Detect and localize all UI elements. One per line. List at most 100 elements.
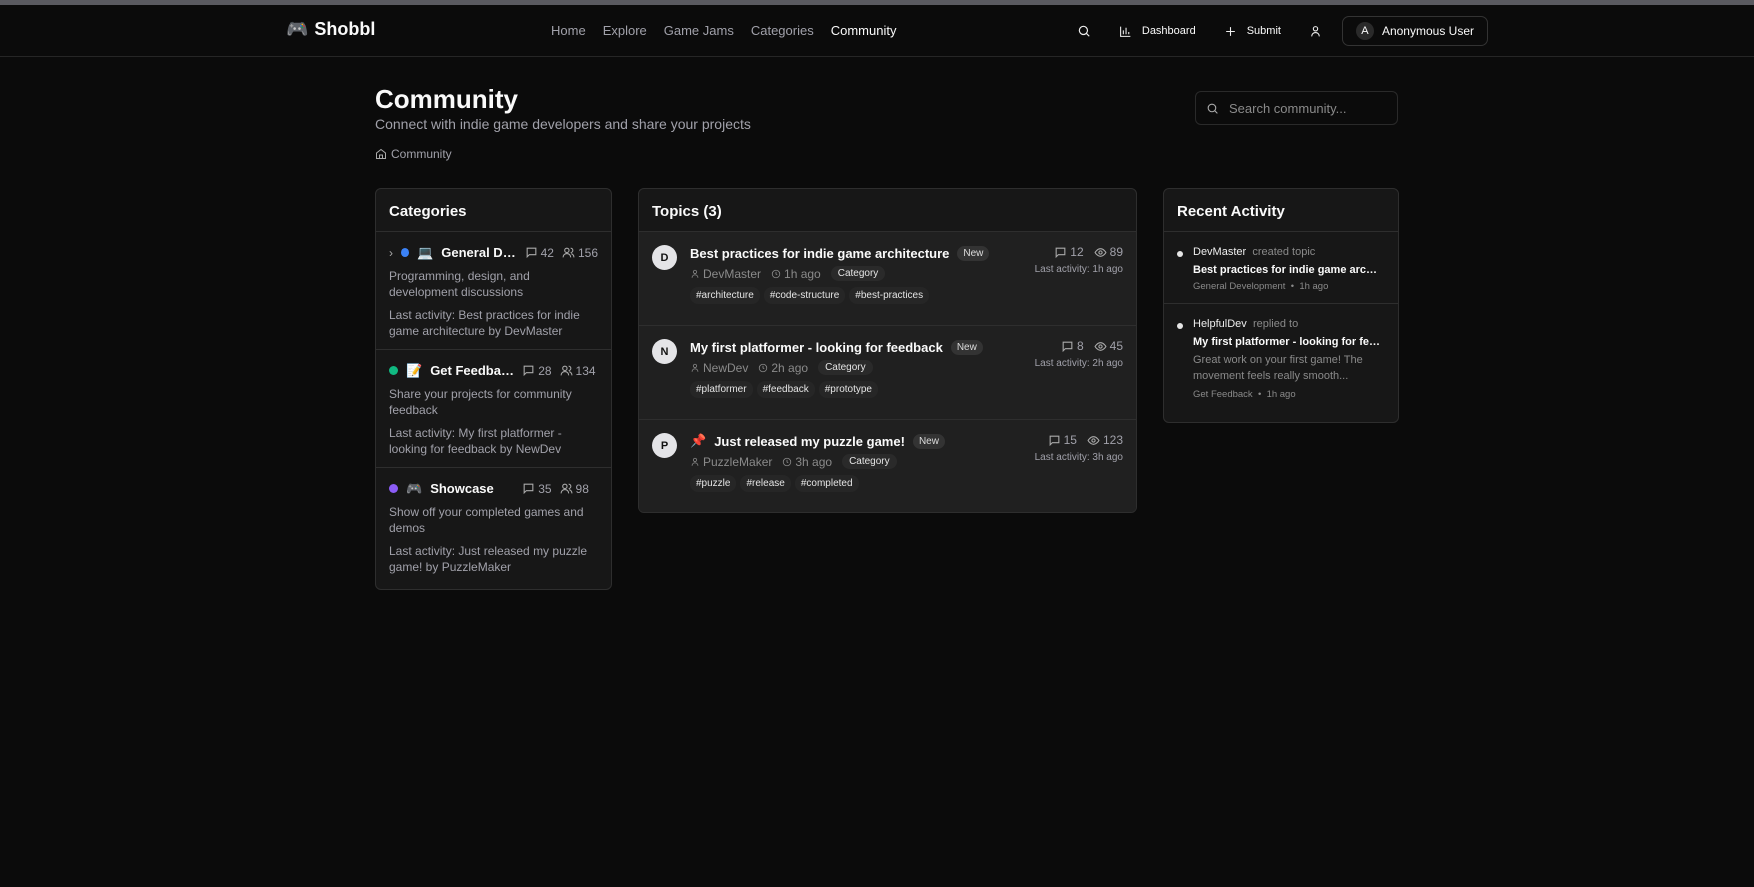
chevron-right-icon[interactable]: ›: [389, 246, 393, 260]
nav-categories[interactable]: Categories: [751, 23, 814, 38]
category-color-dot: [389, 484, 398, 493]
category-color-dot: [389, 366, 398, 375]
topics-heading: Topics (3): [639, 189, 1136, 232]
category-item[interactable]: › 💻 General Development 42 156 Programming, d…: [376, 232, 611, 350]
topic-author[interactable]: NewDev: [703, 361, 748, 375]
category-last-activity: Last activity: Best practices for indie …: [389, 308, 580, 338]
bar-chart-icon: [1119, 26, 1131, 37]
activity-topic[interactable]: Best practices for indie game architectu…: [1193, 264, 1383, 276]
user-icon: [1311, 25, 1320, 36]
activity-user[interactable]: DevMaster: [1193, 246, 1246, 258]
recent-activity-heading: Recent Activity: [1164, 189, 1398, 232]
message-icon: [1049, 435, 1059, 446]
eye-icon: [1087, 435, 1100, 445]
category-description: Show off your completed games and demos: [389, 505, 584, 535]
view-count: 123: [1087, 433, 1123, 447]
activity-user[interactable]: HelpfulDev: [1193, 318, 1247, 330]
clock-icon: [771, 269, 781, 278]
users-icon: [560, 483, 573, 494]
logo[interactable]: 🎮 Shobbl: [286, 19, 375, 40]
topic-last-activity: Last activity: 2h ago: [1034, 358, 1123, 369]
topic-last-activity: Last activity: 3h ago: [1034, 452, 1123, 463]
new-badge: New: [950, 339, 983, 355]
topic-title[interactable]: My first platformer - looking for feedba…: [690, 340, 943, 355]
tag[interactable]: #prototype: [818, 381, 878, 398]
tag[interactable]: #architecture: [690, 287, 760, 304]
activity-item[interactable]: DevMaster created topic Best practices fo…: [1164, 232, 1398, 304]
category-description: Programming, design, and development dis…: [389, 269, 530, 299]
new-badge: New: [912, 433, 945, 449]
gamepad-icon: 🎮: [286, 19, 309, 39]
category-item[interactable]: 🎮 Showcase 35 98 Show off your completed gam…: [376, 468, 611, 585]
category-badge[interactable]: Category: [818, 360, 873, 375]
search-button[interactable]: [1063, 16, 1105, 46]
category-emoji: 💻: [417, 244, 434, 260]
submit-button[interactable]: Submit: [1210, 16, 1295, 46]
reply-count: 8: [1061, 339, 1084, 353]
nav-home[interactable]: Home: [551, 23, 586, 38]
category-badge[interactable]: Category: [842, 454, 897, 469]
tag[interactable]: #code-structure: [763, 287, 846, 304]
activity-action: created topic: [1252, 246, 1316, 258]
tag[interactable]: #platformer: [690, 381, 753, 398]
profile-button[interactable]: [1295, 16, 1336, 46]
topic-title[interactable]: Just released my puzzle game!: [714, 434, 905, 449]
tag[interactable]: #puzzle: [690, 475, 737, 492]
tag[interactable]: #feedback: [756, 381, 815, 398]
activity-time: 1h ago: [1266, 389, 1296, 400]
pin-icon: 📌: [690, 433, 707, 448]
category-description: Share your projects for community feedba…: [389, 387, 572, 417]
category-badge[interactable]: Category: [830, 266, 886, 281]
clock-icon: [759, 363, 768, 372]
topic-row[interactable]: N My first platformer - looking for feedb…: [639, 326, 1136, 420]
nav-explore[interactable]: Explore: [603, 23, 647, 38]
category-last-activity: Last activity: My first platformer - loo…: [389, 426, 562, 456]
search-input[interactable]: [1229, 100, 1379, 116]
author-avatar: D: [652, 245, 677, 270]
topic-row[interactable]: D Best practices for indie game architect…: [639, 232, 1136, 326]
topic-author[interactable]: PuzzleMaker: [703, 455, 772, 469]
new-badge: New: [957, 245, 990, 261]
tag[interactable]: #release: [740, 475, 791, 492]
topic-time: 1h ago: [784, 266, 821, 281]
tag[interactable]: #best-practices: [849, 287, 930, 304]
topic-row[interactable]: P 📌 Just released my puzzle game! New Puzzle…: [639, 420, 1136, 512]
topic-title[interactable]: Best practices for indie game architectu…: [690, 246, 949, 261]
dashboard-button[interactable]: Dashboard: [1105, 16, 1210, 46]
topic-count: 35: [522, 482, 552, 496]
nav-community[interactable]: Community: [831, 23, 897, 38]
site-header: 🎮 Shobbl Home Explore Game Jams Categorie…: [0, 5, 1754, 57]
message-icon: [523, 483, 534, 495]
search-icon: [1207, 103, 1218, 114]
topic-time: 3h ago: [795, 454, 833, 469]
user-icon: [691, 457, 699, 466]
user-name: Anonymous User: [1381, 24, 1474, 38]
breadcrumb: Community: [375, 147, 452, 161]
user-menu-button[interactable]: A Anonymous User: [1341, 16, 1488, 46]
message-icon: [1062, 341, 1073, 352]
category-name: Showcase: [430, 481, 494, 496]
dashboard-label: Dashboard: [1141, 25, 1196, 37]
activity-topic[interactable]: My first platformer - looking for feedba…: [1193, 336, 1383, 348]
user-icon: [691, 363, 699, 372]
nav-game-jams[interactable]: Game Jams: [664, 23, 734, 38]
category-item[interactable]: 📝 Get Feedback 28 134 Share your projects fo…: [376, 350, 611, 468]
activity-action: replied to: [1252, 318, 1299, 330]
eye-icon: [1094, 247, 1107, 257]
topic-last-activity: Last activity: 1h ago: [1034, 264, 1123, 275]
plus-icon: [1225, 26, 1235, 36]
topic-time: 2h ago: [771, 360, 809, 375]
activity-item[interactable]: HelpfulDev replied to My first platformer…: [1164, 304, 1398, 411]
activity-dot: [1177, 323, 1183, 329]
categories-heading: Categories: [376, 189, 611, 232]
category-color-dot: [401, 248, 410, 257]
member-count: 156: [562, 246, 598, 260]
category-emoji: 🎮: [406, 480, 423, 496]
topic-author[interactable]: DevMaster: [703, 267, 761, 281]
breadcrumb-community[interactable]: Community: [391, 147, 452, 161]
submit-label: Submit: [1246, 25, 1281, 37]
tag[interactable]: #completed: [794, 475, 859, 492]
header-actions: Dashboard Submit A Anonymous User: [1063, 16, 1488, 46]
category-name: General Development: [441, 245, 517, 260]
category-last-activity: Last activity: Just released my puzzle g…: [389, 544, 588, 574]
